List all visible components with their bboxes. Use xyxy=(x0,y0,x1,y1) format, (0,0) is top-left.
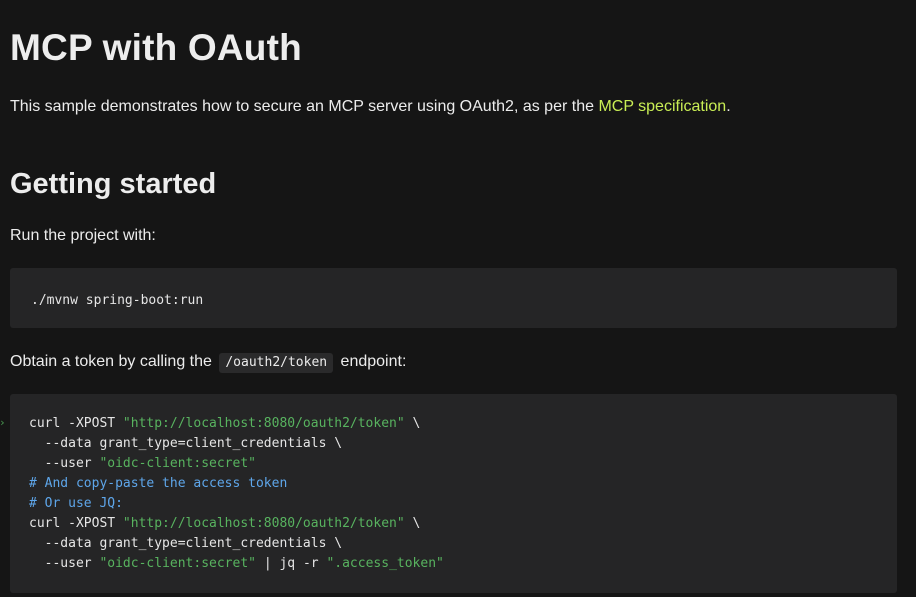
code-line: --user "oidc-client:secret" | jq -r ".ac… xyxy=(29,554,897,574)
code-line: # Or use JQ: xyxy=(29,494,897,514)
code-string: ".access_token" xyxy=(326,556,444,571)
run-command-code-block[interactable]: ./mvnw spring-boot:run xyxy=(10,268,897,328)
code-text: \ xyxy=(404,516,421,531)
code-comment: # And copy-paste the access token xyxy=(29,476,288,491)
obtain-token-instructions: Obtain a token by calling the /oauth2/to… xyxy=(10,352,406,373)
token-endpoint-inline-code: /oauth2/token xyxy=(219,353,334,373)
intro-text: This sample demonstrates how to secure a… xyxy=(10,98,599,115)
code-string: "http://localhost:8080/oauth2/token" xyxy=(122,416,405,431)
code-text: | jq -r xyxy=(256,556,327,571)
code-line: # And copy-paste the access token xyxy=(29,474,897,494)
code-text: curl -XPOST xyxy=(29,416,123,431)
code-text: curl -XPOST xyxy=(29,516,123,531)
code-string: "oidc-client:secret" xyxy=(99,456,256,471)
code-comment: # Or use JQ: xyxy=(29,496,123,511)
code-string: "oidc-client:secret" xyxy=(99,556,256,571)
code-text: --data grant_type=client_credentials \ xyxy=(29,536,343,551)
code-text: --data grant_type=client_credentials \ xyxy=(29,436,343,451)
run-command-line: ./mvnw spring-boot:run xyxy=(31,293,204,308)
code-text: \ xyxy=(404,416,421,431)
chevron-right-icon: › xyxy=(0,417,9,428)
intro-suffix: . xyxy=(726,98,731,115)
code-line: curl -XPOST "http://localhost:8080/oauth… xyxy=(29,514,897,534)
code-line: --data grant_type=client_credentials \ xyxy=(29,434,897,454)
obtain-suffix: endpoint: xyxy=(336,353,407,370)
code-line: --data grant_type=client_credentials \ xyxy=(29,534,897,554)
code-line: --user "oidc-client:secret" xyxy=(29,454,897,474)
code-text: --user xyxy=(29,456,100,471)
mcp-specification-link[interactable]: MCP specification xyxy=(598,98,726,115)
code-text: --user xyxy=(29,556,100,571)
obtain-prefix: Obtain a token by calling the xyxy=(10,353,217,370)
run-instructions: Run the project with: xyxy=(10,227,156,244)
curl-code-block[interactable]: curl -XPOST "http://localhost:8080/oauth… xyxy=(10,394,897,593)
page-title: MCP with OAuth xyxy=(10,27,302,68)
intro-paragraph: This sample demonstrates how to secure a… xyxy=(10,97,731,117)
code-string: "http://localhost:8080/oauth2/token" xyxy=(122,516,405,531)
getting-started-heading: Getting started xyxy=(10,168,217,200)
code-line: curl -XPOST "http://localhost:8080/oauth… xyxy=(29,414,897,434)
